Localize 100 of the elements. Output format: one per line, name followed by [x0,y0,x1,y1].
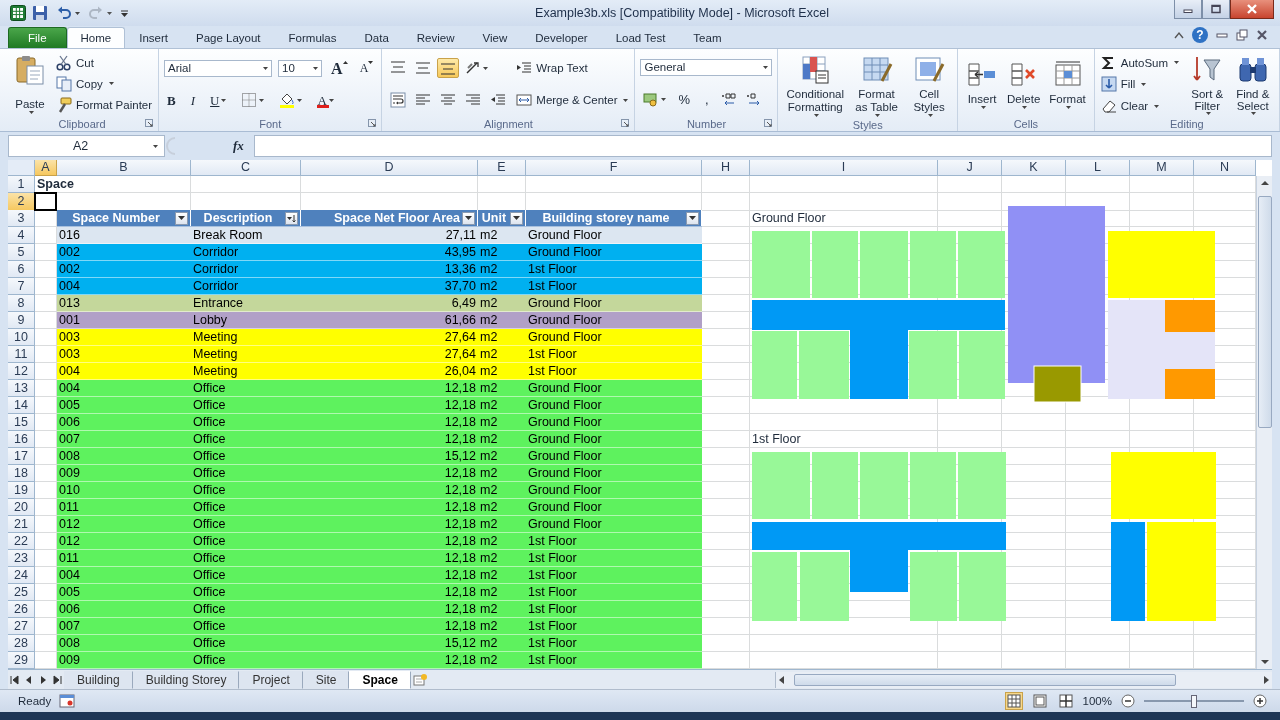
row-header[interactable]: 23 [8,550,35,567]
row-header[interactable]: 29 [8,652,35,669]
ribbon-button[interactable]: Insert [963,57,1002,111]
ribbon-button[interactable]: Sort & Filter [1186,52,1229,117]
table-cell-text: 12,18 [443,584,477,600]
table-cell-text: 006 [58,601,81,617]
status-text: Ready [18,695,52,707]
table-cell-text: Office [192,431,227,447]
row-header[interactable]: 22 [8,533,35,550]
row-header[interactable]: 28 [8,635,35,652]
column-header[interactable]: I [750,160,938,176]
table-cell-text: 12,18 [443,380,477,396]
sheet-tab[interactable]: Site [302,670,350,689]
ribbon-button[interactable]: Find & Select [1231,52,1274,117]
row-header[interactable]: 1 [8,176,35,193]
font-color-button[interactable]: A [314,90,337,110]
column-header[interactable]: J [938,160,1002,176]
ribbon-tab[interactable]: Review [402,27,469,48]
row-header[interactable]: 18 [8,465,35,482]
column-header[interactable]: D [301,160,478,176]
insert-function-button[interactable]: fx [233,138,244,154]
sheet-tab[interactable]: Space [349,670,411,689]
column-header[interactable]: M [1130,160,1194,176]
row-header[interactable]: 7 [8,278,35,295]
name-box[interactable]: A2 [8,135,165,157]
ribbon-button[interactable]: Conditional Formatting [783,52,848,119]
table-cell-text: Office [192,380,227,396]
table-cell-text: 012 [58,516,81,532]
italic-button[interactable]: I [187,90,199,110]
help-button[interactable]: ? [1192,27,1208,43]
column-header[interactable]: K [1002,160,1066,176]
bold-button[interactable]: B [164,90,179,110]
row-header[interactable]: 27 [8,618,35,635]
row-header[interactable]: 10 [8,329,35,346]
ribbon-tab[interactable]: Developer [521,27,602,48]
table-cell-text: m2 [479,278,499,294]
column-header[interactable]: B [57,160,191,176]
sheet-tab[interactable]: Project [239,670,303,689]
ribbon-button[interactable]: Delete [1004,57,1044,111]
sheet-tab[interactable]: Building [64,670,133,689]
format-button[interactable]: , [699,89,715,110]
column-header[interactable]: E [478,160,526,176]
row-header[interactable]: 12 [8,363,35,380]
dropdown-field[interactable]: Arial [164,59,273,77]
column-header[interactable]: H [702,160,750,176]
table-cell-text: Office [192,448,227,464]
ribbon-tab[interactable]: File [8,27,67,48]
ribbon-tab[interactable]: Insert [125,27,182,48]
ribbon-tab[interactable]: Home [66,27,126,48]
ribbon-button[interactable]: Clear [1099,96,1161,117]
ribbon-tab[interactable]: Formulas [274,27,351,48]
row-header[interactable]: 13 [8,380,35,397]
row-header[interactable]: 24 [8,567,35,584]
ribbon-button[interactable]: Format as Table [850,52,904,119]
row-header[interactable]: 2 [8,193,35,211]
row-header[interactable]: 8 [8,295,35,312]
row-header[interactable]: 3 [8,210,35,227]
ribbon-button[interactable]: Cut [55,52,95,73]
ribbon-button[interactable]: Format [1046,57,1089,111]
ribbon-button[interactable]: Paste [11,52,49,116]
grow-font-button[interactable]: A [328,58,351,78]
sheet-tab[interactable]: Building Storey [132,670,240,689]
row-header[interactable]: 19 [8,482,35,499]
ribbon-button[interactable]: Copy [55,74,115,94]
row-header[interactable]: 15 [8,414,35,431]
dropdown-field[interactable]: 10 [278,59,323,77]
column-header[interactable]: A [35,160,57,176]
ribbon-button[interactable]: Merge & Center [515,90,630,110]
column-header[interactable]: N [1194,160,1256,176]
ribbon-button[interactable]: Cell Styles [906,52,953,119]
ribbon-button[interactable]: Wrap Text [515,58,589,78]
ribbon-tab[interactable]: Page Layout [182,27,275,48]
ribbon-tab[interactable]: Team [679,27,736,48]
column-header[interactable]: C [191,160,301,176]
column-header[interactable]: L [1066,160,1130,176]
row-header[interactable]: 9 [8,312,35,329]
row-header[interactable]: 20 [8,499,35,516]
format-button[interactable]: % [672,89,697,110]
ribbon-button[interactable]: Format Painter [55,95,154,116]
row-header[interactable]: 26 [8,601,35,618]
row-header[interactable]: 25 [8,584,35,601]
row-header[interactable]: 11 [8,346,35,363]
row-header[interactable]: 4 [8,227,35,244]
underline-button[interactable]: U [207,90,230,110]
column-header[interactable]: F [526,160,702,176]
dropdown-field[interactable]: General [640,58,773,76]
row-header[interactable]: 21 [8,516,35,533]
row-header[interactable]: 16 [8,431,35,448]
ribbon-tab[interactable]: Load Test [601,27,680,48]
row-header[interactable]: 6 [8,261,35,278]
ribbon-tab[interactable]: View [468,27,522,48]
shrink-font-button[interactable]: A [356,58,377,78]
ribbon-tab[interactable]: Data [350,27,403,48]
row-header[interactable]: 14 [8,397,35,414]
ribbon-button[interactable]: AutoSum [1099,52,1181,73]
ribbon-button[interactable]: Fill [1099,74,1148,95]
row-header[interactable]: 17 [8,448,35,465]
row-header[interactable]: 5 [8,244,35,261]
table-cell-text: m2 [479,516,499,532]
table-cell-text: Ground Floor [527,516,603,532]
